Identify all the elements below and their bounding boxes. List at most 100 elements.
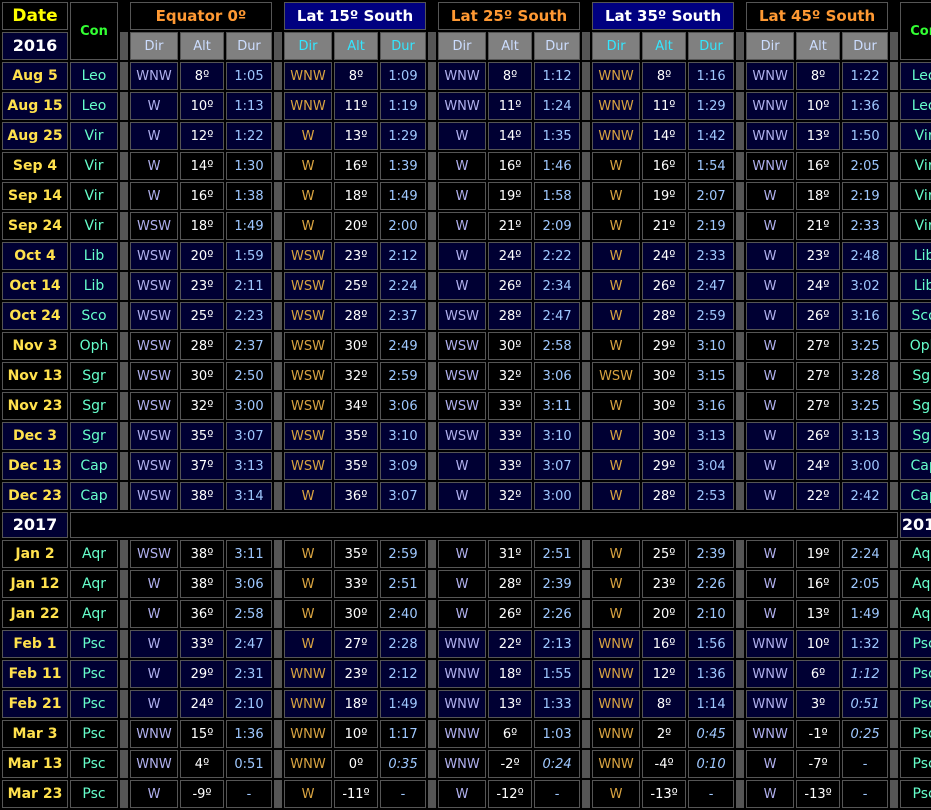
row-constellation-left: Oph	[70, 332, 118, 360]
column-separator	[582, 690, 591, 718]
row-constellation-right: Aqr	[900, 570, 931, 598]
column-separator	[890, 302, 899, 330]
cell-dir-2: WNW	[438, 720, 487, 748]
cell-dir-0: W	[130, 690, 178, 718]
cell-dir-4: W	[746, 422, 795, 450]
column-separator	[120, 152, 128, 180]
row-constellation-left: Psc	[70, 780, 118, 808]
row-constellation-right: Leo	[900, 62, 931, 90]
column-separator	[428, 750, 437, 778]
cell-alt-3: 8º	[642, 690, 687, 718]
cell-dir-3: WNW	[592, 62, 641, 90]
group-title-1: Lat 15º South	[284, 2, 427, 30]
cell-dur-3: 2:59	[688, 302, 735, 330]
row-constellation-left: Vir	[70, 122, 118, 150]
column-separator	[120, 242, 128, 270]
cell-dur-4: 0:25	[842, 720, 889, 748]
cell-dir-3: W	[592, 332, 641, 360]
row-constellation-right: Sco	[900, 302, 931, 330]
cell-dur-4: 2:33	[842, 212, 889, 240]
cell-dur-1: 2:28	[380, 630, 427, 658]
cell-alt-1: 11º	[334, 92, 378, 120]
cell-alt-0: 25º	[180, 302, 224, 330]
cell-dir-2: WNW	[438, 690, 487, 718]
column-separator	[274, 122, 282, 150]
column-separator	[274, 242, 282, 270]
table-row: Mar 13 Psc WNW 4º 0:51 WNW 0º 0:35 WNW -2º 0:24 WNW…	[2, 750, 931, 778]
column-separator	[120, 212, 128, 240]
cell-dir-2: W	[438, 122, 487, 150]
cell-alt-0: 8º	[180, 62, 224, 90]
spacer	[120, 2, 128, 30]
cell-alt-4: 13º	[796, 600, 841, 628]
column-separator	[582, 152, 591, 180]
cell-dur-3: 1:36	[688, 660, 735, 688]
cell-dir-0: WSW	[130, 332, 178, 360]
row-constellation-left: Lib	[70, 272, 118, 300]
column-separator	[736, 332, 745, 360]
column-separator	[428, 362, 437, 390]
column-separator	[736, 302, 745, 330]
cell-dir-2: W	[438, 570, 487, 598]
column-separator	[120, 780, 128, 808]
row-constellation-left: Vir	[70, 152, 118, 180]
column-separator	[736, 750, 745, 778]
cell-dur-4: 1:49	[842, 600, 889, 628]
cell-dir-1: W	[284, 570, 332, 598]
table-row: Dec 23 Cap WSW 38º 3:14 W 36º 3:07 W 32º 3:00 W 28º 2…	[2, 482, 931, 510]
cell-alt-4: 27º	[796, 392, 841, 420]
cell-alt-4: 27º	[796, 332, 841, 360]
cell-dir-2: W	[438, 152, 487, 180]
year-divider-label-left: 2017	[2, 512, 68, 538]
cell-alt-2: 28º	[488, 302, 533, 330]
header-con-label: Con	[70, 2, 118, 60]
cell-dir-1: WNW	[284, 62, 332, 90]
cell-alt-4: 24º	[796, 272, 841, 300]
cell-dir-2: WSW	[438, 392, 487, 420]
page-title-date: Date	[2, 2, 68, 30]
cell-alt-3: 28º	[642, 482, 687, 510]
cell-dur-4: 0:51	[842, 690, 889, 718]
cell-alt-2: 33º	[488, 422, 533, 450]
column-separator	[274, 720, 282, 748]
row-constellation-left: Sgr	[70, 422, 118, 450]
spacer	[274, 2, 282, 30]
cell-dur-2: 2:51	[534, 540, 581, 568]
cell-dur-1: 1:09	[380, 62, 427, 90]
cell-alt-1: 0º	[334, 750, 378, 778]
column-separator	[120, 630, 128, 658]
row-constellation-left: Lib	[70, 242, 118, 270]
row-constellation-right: Lib	[900, 242, 931, 270]
cell-dur-2: 0:24	[534, 750, 581, 778]
cell-dur-3: 2:33	[688, 242, 735, 270]
column-separator	[736, 92, 745, 120]
cell-alt-4: 16º	[796, 152, 841, 180]
cell-alt-4: 22º	[796, 482, 841, 510]
table-row: Aug 25 Vir W 12º 1:22 W 13º 1:29 W 14º 1:35 WNW 14º 1…	[2, 122, 931, 150]
cell-dur-1: 3:10	[380, 422, 427, 450]
cell-alt-4: 8º	[796, 62, 841, 90]
column-separator	[582, 600, 591, 628]
cell-alt-4: 19º	[796, 540, 841, 568]
column-separator	[736, 720, 745, 748]
cell-alt-1: 23º	[334, 242, 378, 270]
cell-alt-1: 33º	[334, 570, 378, 598]
cell-alt-2: 14º	[488, 122, 533, 150]
table-row: Oct 4 Lib WSW 20º 1:59 WSW 23º 2:12 W 24º 2:22 W 24º…	[2, 242, 931, 270]
cell-dir-0: WNW	[130, 62, 178, 90]
cell-dir-0: WSW	[130, 392, 178, 420]
subheader-alt-3: Alt	[642, 32, 687, 60]
row-constellation-right: Psc	[900, 750, 931, 778]
cell-dir-3: WNW	[592, 122, 641, 150]
cell-alt-0: -9º	[180, 780, 224, 808]
cell-dur-3: 0:10	[688, 750, 735, 778]
cell-dur-4: 3:28	[842, 362, 889, 390]
cell-dur-2: 2:09	[534, 212, 581, 240]
cell-alt-3: 30º	[642, 362, 687, 390]
cell-dir-4: W	[746, 452, 795, 480]
cell-dir-1: WSW	[284, 272, 332, 300]
row-date-left: Feb 21	[2, 690, 68, 718]
column-separator	[736, 242, 745, 270]
cell-dir-2: WNW	[438, 750, 487, 778]
cell-dir-4: WNW	[746, 122, 795, 150]
